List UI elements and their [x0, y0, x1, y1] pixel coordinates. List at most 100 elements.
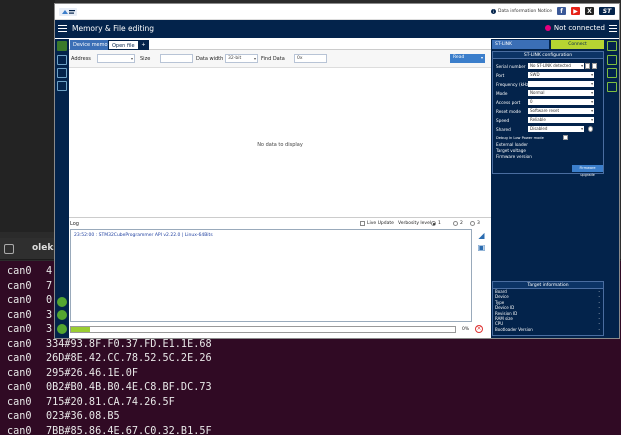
can-interface: can0	[7, 353, 32, 364]
firmware-upgrade-button[interactable]: Firmware upgrade	[572, 165, 603, 177]
memory-editing-icon[interactable]	[57, 41, 67, 51]
find-data-label: Find Data	[261, 56, 285, 62]
cancel-icon[interactable]: ×	[475, 325, 483, 333]
verbosity-level-2: 2	[460, 221, 463, 226]
terminal-line: can0 295#26.46.1E.0F	[7, 368, 621, 383]
save-log-icon[interactable]: ▣	[477, 243, 486, 252]
connect-button[interactable]: Connect	[551, 40, 604, 49]
swv-icon[interactable]	[57, 297, 67, 307]
find-data-input[interactable]: 0x	[294, 54, 327, 63]
progress-bar	[70, 326, 456, 333]
live-update-label: Live Update	[367, 221, 394, 226]
can-interface: can0	[7, 295, 32, 306]
target-information: Target information Board - Device - Type - Dev…	[492, 281, 604, 336]
can-frame: 7	[46, 280, 53, 292]
uart-panel-icon[interactable]	[607, 55, 617, 65]
mode-select[interactable]: Normal ▾	[528, 90, 594, 96]
option-bytes-icon[interactable]	[57, 68, 67, 78]
shared-select[interactable]: Disabled ▾	[528, 126, 584, 132]
serial-number-action[interactable]	[585, 63, 590, 69]
content-area: Device memory Open file + Address ▾ Size…	[55, 39, 619, 338]
verbosity-radio-1[interactable]	[431, 221, 436, 226]
can-interface: can0	[7, 266, 32, 277]
chevron-down-icon: ▾	[591, 72, 593, 77]
verbosity-label: Verbosity level	[398, 221, 432, 226]
read-button[interactable]: Read ▾	[450, 54, 485, 63]
security-icon[interactable]	[57, 310, 67, 320]
verbosity-radio-3[interactable]	[470, 221, 475, 226]
facebook-icon[interactable]: f	[557, 7, 566, 15]
chevron-down-icon: ▾	[130, 56, 133, 61]
log-label: Log	[70, 221, 79, 227]
verbosity-radio-2[interactable]	[453, 221, 458, 226]
connection-status: Not connected	[544, 24, 605, 32]
can-frame: 715#20.81.CA.74.26.5F	[46, 396, 175, 408]
speed-label: Speed	[496, 118, 510, 123]
new-tab-icon[interactable]	[4, 244, 14, 254]
terminal-top-region	[0, 0, 55, 232]
ota-panel-icon[interactable]	[607, 82, 617, 92]
hamburger-menu-icon[interactable]	[58, 25, 67, 32]
settings-icon[interactable]	[57, 81, 67, 91]
st-logo-icon[interactable]: ST	[599, 7, 615, 15]
terminal-line: can0 715#20.81.CA.74.26.5F	[7, 397, 621, 412]
target-info-label: Bootloader Version	[495, 326, 533, 332]
clear-log-icon[interactable]: ◢	[477, 231, 486, 240]
right-sidebar	[605, 39, 619, 338]
left-sidebar	[55, 39, 69, 338]
serial-number-select[interactable]: No ST-LINK detected ▾	[528, 63, 584, 69]
refresh-icon[interactable]	[592, 63, 597, 69]
add-tab-button[interactable]: +	[138, 40, 149, 50]
can-interface: can0	[7, 324, 32, 335]
x-icon[interactable]: X	[585, 7, 594, 15]
speed-select[interactable]: Reliable ▾	[528, 117, 594, 123]
terminal-line: can0 023#36.08.B5	[7, 411, 621, 426]
connection-menu-icon[interactable]	[609, 25, 617, 32]
access-port-select[interactable]: 0 ▾	[528, 99, 594, 105]
port-select[interactable]: SWD ▾	[528, 72, 594, 78]
log-entry: 23:52:00 : STM32CubeProgrammer API v2.22…	[74, 233, 213, 238]
can-frame: 3	[46, 324, 53, 335]
status-dot-icon	[544, 25, 551, 31]
chevron-down-icon: ▾	[581, 126, 583, 131]
can-frame: 023#36.08.B5	[46, 411, 120, 422]
erasing-programming-icon[interactable]	[57, 55, 67, 65]
youtube-icon[interactable]: ▶	[571, 7, 580, 15]
title-bar: Memory & File editing Not connected	[55, 20, 619, 38]
can-interface: can0	[7, 425, 32, 435]
firmware-version-label: Firmware version	[496, 154, 532, 159]
target-info-label: Board	[495, 289, 507, 294]
shared-info-icon[interactable]	[588, 126, 593, 132]
can-interface: can0	[7, 280, 32, 292]
memory-data-view[interactable]: No data to display	[69, 68, 491, 218]
data-info-notice-link[interactable]: i Data information Notice	[491, 8, 552, 14]
stlink-config-title: ST-LINK configuration	[493, 52, 603, 59]
can-frame: 3	[46, 309, 53, 321]
st-brand-logo-icon	[59, 8, 77, 16]
size-input[interactable]	[160, 54, 193, 63]
log-header: Log Live Update Verbosity level 1 2 3	[69, 218, 491, 229]
target-info-label: Revision ID	[495, 310, 518, 316]
help-icon[interactable]	[57, 324, 67, 334]
empty-message: No data to display	[257, 142, 303, 148]
data-info-notice-label: Data information Notice	[498, 8, 552, 14]
usb-panel-icon[interactable]	[607, 68, 617, 78]
target-info-rows: Board - Device - Type - Device ID - Revision ID -…	[493, 289, 603, 332]
chevron-down-icon: ▾	[591, 81, 593, 86]
debug-low-power-checkbox[interactable]	[563, 135, 568, 140]
reset-mode-select[interactable]: Software reset ▾	[528, 108, 594, 114]
data-width-select[interactable]: 32-bit ▾	[225, 54, 258, 63]
can-interface: can0	[7, 338, 32, 350]
log-output[interactable]: 23:52:00 : STM32CubeProgrammer API v2.22…	[70, 229, 472, 322]
frequency-select[interactable]: ▾	[528, 81, 594, 87]
top-bar: i Data information Notice f ▶ X ST	[55, 4, 619, 20]
target-voltage-label: Target voltage	[496, 148, 526, 153]
chevron-down-icon: ▾	[253, 56, 256, 61]
tab-open-file[interactable]: Open file	[108, 40, 139, 50]
tab-stlink[interactable]: ST-LINK	[492, 40, 549, 49]
can-interface: can0	[7, 382, 32, 393]
address-input[interactable]: ▾	[97, 54, 135, 63]
live-update-checkbox[interactable]	[360, 221, 365, 226]
stlink-panel-icon[interactable]	[607, 41, 617, 51]
debug-low-power-label: Debug in Low Power mode	[496, 136, 544, 140]
